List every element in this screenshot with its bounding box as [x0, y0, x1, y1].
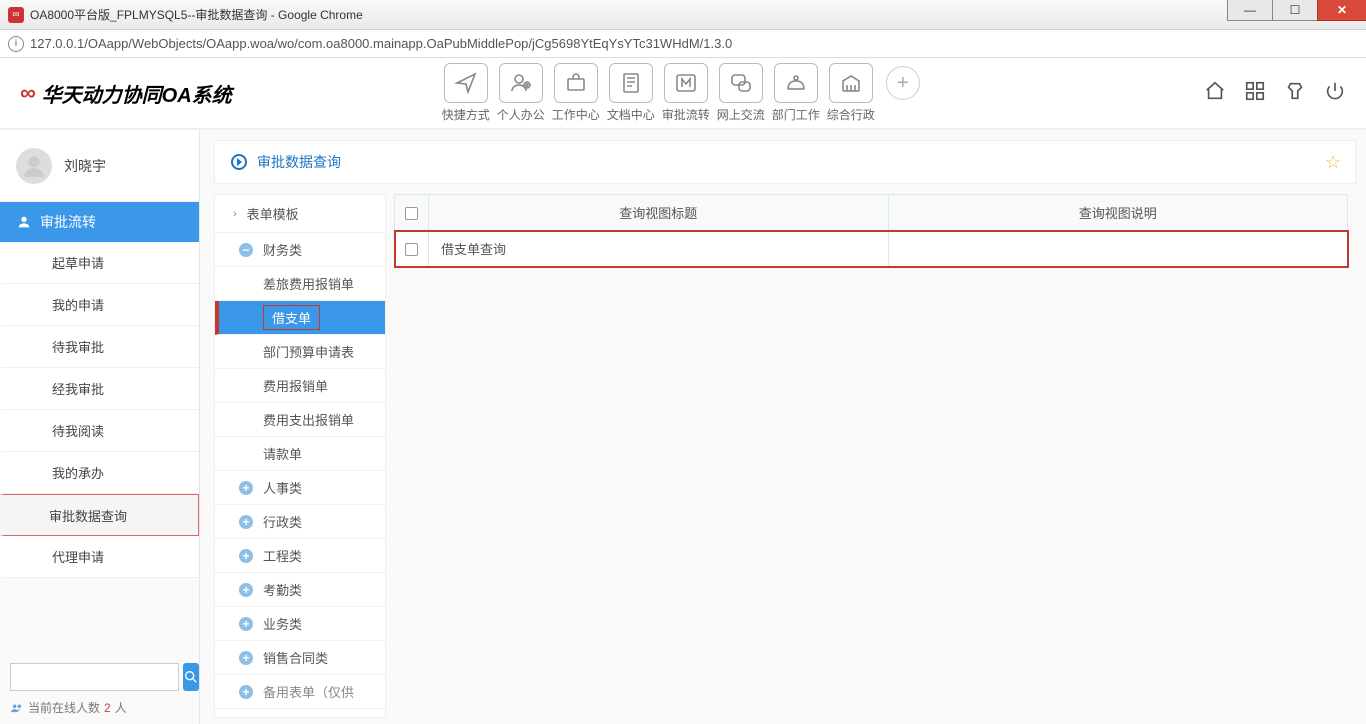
table-row[interactable]: 借支单查询	[395, 231, 1348, 267]
sidebar-item[interactable]: 代理申请	[0, 536, 199, 578]
tree-category[interactable]: +备用表单（仅供	[215, 675, 385, 709]
nav-dept[interactable]: 部门工作	[772, 63, 820, 123]
select-all-checkbox[interactable]	[405, 207, 418, 220]
sidebar-item[interactable]: 我的申请	[0, 284, 199, 326]
window-title: OA8000平台版_FPLMYSQL5--审批数据查询 - Google Chr…	[30, 6, 363, 23]
power-icon[interactable]	[1324, 80, 1346, 107]
collapse-icon: −	[239, 243, 253, 257]
side-items: 起草申请我的申请待我审批经我审批待我阅读我的承办审批数据查询代理申请	[0, 242, 199, 578]
online-users: 当前在线人数 2人	[10, 699, 189, 716]
sidebar-item[interactable]: 我的承办	[0, 452, 199, 494]
nav-workcenter[interactable]: 工作中心	[552, 63, 600, 123]
user-icon	[16, 214, 32, 230]
top-nav: 快捷方式 个人办公 工作中心 文档中心 审批流转 网上交流 部门工作 综合行政 …	[442, 63, 920, 123]
avatar-icon	[16, 148, 52, 184]
online-count: 2	[104, 701, 111, 715]
user-name: 刘晓宇	[64, 156, 106, 176]
nav-quick[interactable]: 快捷方式	[442, 63, 490, 123]
side-section-approval[interactable]: 审批流转	[0, 202, 199, 242]
side-section-label: 审批流转	[40, 212, 96, 232]
home-icon[interactable]	[1204, 80, 1226, 107]
tree-category[interactable]: +销售合同类	[215, 641, 385, 675]
expand-icon: +	[239, 549, 253, 563]
workspace: ›表单模板 −财务类 差旅费用报销单借支单部门预算申请表费用报销单费用支出报销单…	[214, 194, 1356, 718]
logo-mark-icon: ∞	[20, 80, 36, 106]
brand-logo: ∞ 华天动力协同OA系统	[20, 79, 232, 108]
sidebar-item[interactable]: 审批数据查询	[0, 494, 199, 536]
template-tree: ›表单模板 −财务类 差旅费用报销单借支单部门预算申请表费用报销单费用支出报销单…	[214, 194, 386, 718]
url-text: 127.0.0.1/OAapp/WebObjects/OAapp.woa/wo/…	[30, 36, 732, 51]
sidebar-item[interactable]: 经我审批	[0, 368, 199, 410]
info-icon: i	[8, 36, 24, 52]
tree-cat-finance[interactable]: −财务类	[215, 233, 385, 267]
nav-doccenter[interactable]: 文档中心	[607, 63, 655, 123]
tree-category[interactable]: +人事类	[215, 471, 385, 505]
header-title: 查询视图标题	[429, 195, 889, 231]
expand-icon: +	[239, 583, 253, 597]
brand-text: 华天动力协同OA系统	[42, 79, 232, 108]
window-titlebar: ∞ OA8000平台版_FPLMYSQL5--审批数据查询 - Google C…	[0, 0, 1366, 30]
app-favicon: ∞	[8, 7, 24, 23]
breadcrumb-label: 审批数据查询	[257, 152, 341, 172]
tree-leaf[interactable]: 部门预算申请表	[215, 335, 385, 369]
tree-leaf[interactable]: 差旅费用报销单	[215, 267, 385, 301]
tree-leaf[interactable]: 费用支出报销单	[215, 403, 385, 437]
maximize-button[interactable]: ☐	[1272, 0, 1318, 21]
tree-category[interactable]: +考勤类	[215, 573, 385, 607]
expand-icon: +	[239, 515, 253, 529]
expand-icon: +	[239, 651, 253, 665]
breadcrumb-icon	[231, 154, 247, 170]
online-suffix: 人	[115, 699, 127, 716]
main-area: 刘晓宇 审批流转 起草申请我的申请待我审批经我审批待我阅读我的承办审批数据查询代…	[0, 130, 1366, 724]
tree-leaf[interactable]: 费用报销单	[215, 369, 385, 403]
tree-leaf[interactable]: 借支单	[215, 301, 385, 335]
address-bar[interactable]: i 127.0.0.1/OAapp/WebObjects/OAapp.woa/w…	[0, 30, 1366, 58]
row-desc	[888, 231, 1348, 267]
sidebar-item[interactable]: 待我阅读	[0, 410, 199, 452]
minimize-button[interactable]: —	[1227, 0, 1273, 21]
sidebar-search-input[interactable]	[10, 663, 179, 691]
breadcrumb-bar: 审批数据查询 ☆	[214, 140, 1356, 184]
nav-admin[interactable]: 综合行政	[827, 63, 875, 123]
expand-icon: +	[239, 617, 253, 631]
sidebar-bottom: 当前在线人数 2人	[0, 655, 199, 724]
user-block[interactable]: 刘晓宇	[0, 130, 199, 202]
nav-personal[interactable]: 个人办公	[497, 63, 545, 123]
online-prefix: 当前在线人数	[28, 699, 100, 716]
view-table: 查询视图标题 查询视图说明 借支单查询	[394, 194, 1348, 267]
app-header: ∞ 华天动力协同OA系统 快捷方式 个人办公 工作中心 文档中心 审批流转 网上…	[0, 58, 1366, 130]
apps-icon[interactable]	[1244, 80, 1266, 107]
row-title: 借支单查询	[429, 231, 889, 267]
favorite-star-icon[interactable]: ☆	[1325, 152, 1341, 173]
header-checkbox-cell	[395, 195, 429, 231]
header-desc: 查询视图说明	[888, 195, 1348, 231]
tree-header[interactable]: ›表单模板	[215, 195, 385, 233]
users-icon	[10, 701, 24, 715]
nav-online[interactable]: 网上交流	[717, 63, 765, 123]
nav-approval[interactable]: 审批流转	[662, 63, 710, 123]
chevron-right-icon: ›	[233, 208, 237, 220]
sidebar-search-button[interactable]	[183, 663, 199, 691]
expand-icon: +	[239, 685, 253, 699]
tree-category[interactable]: +行政类	[215, 505, 385, 539]
window-controls: — ☐ ✕	[1227, 0, 1366, 29]
tree-category[interactable]: +工程类	[215, 539, 385, 573]
table-panel: 查询视图标题 查询视图说明 借支单查询	[386, 194, 1356, 718]
nav-add-button[interactable]: +	[886, 66, 920, 100]
expand-icon: +	[239, 481, 253, 495]
theme-icon[interactable]	[1284, 80, 1306, 107]
row-checkbox[interactable]	[405, 243, 418, 256]
left-sidebar: 刘晓宇 审批流转 起草申请我的申请待我审批经我审批待我阅读我的承办审批数据查询代…	[0, 130, 200, 724]
sidebar-item[interactable]: 待我审批	[0, 326, 199, 368]
content-area: 审批数据查询 ☆ ›表单模板 −财务类 差旅费用报销单借支单部门预算申请表费用报…	[200, 130, 1366, 724]
header-right-icons	[1204, 80, 1346, 107]
sidebar-item[interactable]: 起草申请	[0, 242, 199, 284]
tree-leaf[interactable]: 请款单	[215, 437, 385, 471]
close-button[interactable]: ✕	[1317, 0, 1366, 21]
tree-category[interactable]: +业务类	[215, 607, 385, 641]
